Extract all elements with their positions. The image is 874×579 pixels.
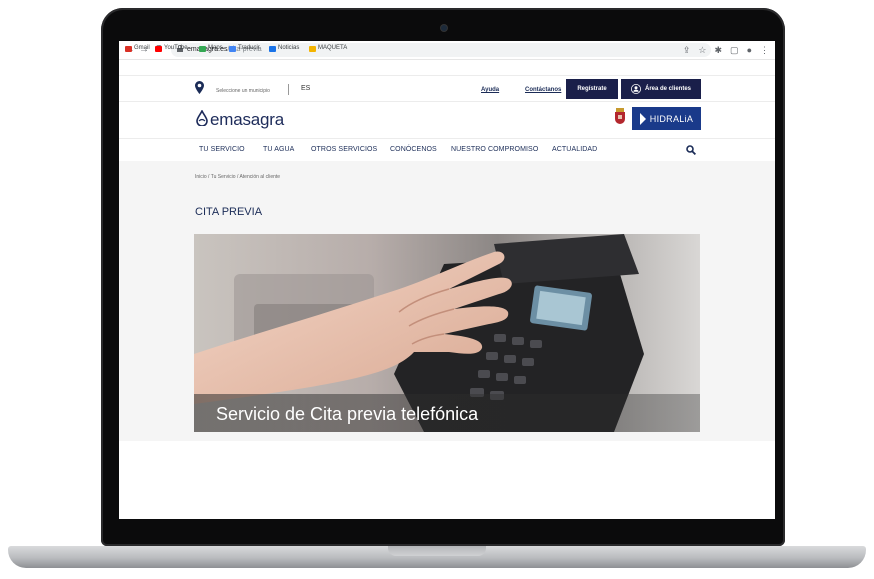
news-icon: [269, 45, 276, 52]
bookmark-maqueta[interactable]: MAQUETA: [309, 44, 347, 53]
bookmark-label: Gmail: [134, 45, 150, 51]
youtube-icon: [155, 45, 162, 52]
bookmark-gmail[interactable]: Gmail: [125, 44, 150, 53]
crest-icon: [615, 108, 625, 124]
hero-image: Servicio de Cita previa telefónica: [194, 234, 700, 432]
bookmark-star-icon[interactable]: ☆: [698, 43, 706, 57]
bookmark-label: YouTube: [164, 45, 188, 51]
bookmark-maps[interactable]: Maps: [199, 44, 223, 53]
bookmark-noticias[interactable]: Noticias: [269, 44, 299, 53]
page-body-empty: [119, 441, 775, 519]
register-button[interactable]: Regístrate: [566, 79, 618, 99]
hidralia-mark-icon: [639, 112, 646, 125]
language-selector[interactable]: ES: [301, 85, 310, 92]
client-area-button[interactable]: Área de clientes: [621, 79, 701, 99]
bookmark-label: Noticias: [278, 45, 300, 51]
bookmark-youtube[interactable]: YouTube: [155, 44, 188, 53]
bookmark-label: Traducir: [238, 45, 260, 51]
search-icon[interactable]: [686, 145, 696, 155]
nav-tu-servicio[interactable]: TU SERVICIO: [199, 146, 245, 153]
nav-actualidad[interactable]: ACTUALIDAD: [552, 146, 597, 153]
drop-logo-icon[interactable]: [195, 110, 209, 126]
profile-icon[interactable]: ●: [747, 43, 752, 57]
folder-icon: [309, 45, 316, 52]
browser-actions: ⇪ ☆ ✱ ▢ ● ⋮: [683, 43, 769, 57]
bookmark-traducir[interactable]: Traducir: [229, 44, 260, 53]
menu-icon[interactable]: ⋮: [760, 43, 769, 57]
municipality-selector[interactable]: Seleccione un municipio: [216, 88, 270, 94]
site-logo[interactable]: emasagra: [210, 110, 284, 130]
gmail-icon: [125, 45, 132, 52]
nav-conocenos[interactable]: CONÓCENOS: [390, 146, 437, 153]
page-title: CITA PREVIA: [195, 206, 263, 218]
location-pin-icon[interactable]: [195, 81, 204, 94]
maps-icon: [199, 45, 206, 52]
hidralia-logo[interactable]: HIDRALiA: [632, 107, 701, 130]
help-link[interactable]: Ayuda: [481, 87, 499, 93]
contact-link[interactable]: Contáctanos: [525, 87, 561, 93]
bookmark-label: Maps: [208, 45, 223, 51]
laptop-notch: [388, 546, 486, 556]
nav-otros-servicios[interactable]: OTROS SERVICIOS: [311, 146, 377, 153]
hidralia-label: HIDRALiA: [649, 113, 694, 124]
translate-icon: [229, 45, 236, 52]
breadcrumb[interactable]: Inicio / Tu Servicio / Atención al clien…: [195, 174, 280, 180]
hero-caption: Servicio de Cita previa telefónica: [216, 404, 479, 424]
share-icon[interactable]: ⇪: [683, 43, 691, 57]
extensions-icon[interactable]: ✱: [715, 43, 723, 57]
nav-tu-agua[interactable]: TU AGUA: [263, 146, 294, 153]
sidepanel-icon[interactable]: ▢: [730, 43, 739, 57]
bookmark-label: MAQUETA: [318, 45, 348, 51]
bookmarks-bar: [119, 60, 775, 76]
divider: [288, 84, 289, 95]
nav-nuestro-compromiso[interactable]: NUESTRO COMPROMISO: [451, 146, 538, 153]
laptop-screen: ← → C emasagra.es/cita-previa ⇪ ☆ ✱ ▢ ● …: [119, 41, 775, 519]
camera-icon: [441, 25, 447, 31]
user-icon: [630, 84, 641, 94]
client-area-label: Área de clientes: [644, 86, 692, 92]
register-label: Regístrate: [577, 86, 607, 92]
